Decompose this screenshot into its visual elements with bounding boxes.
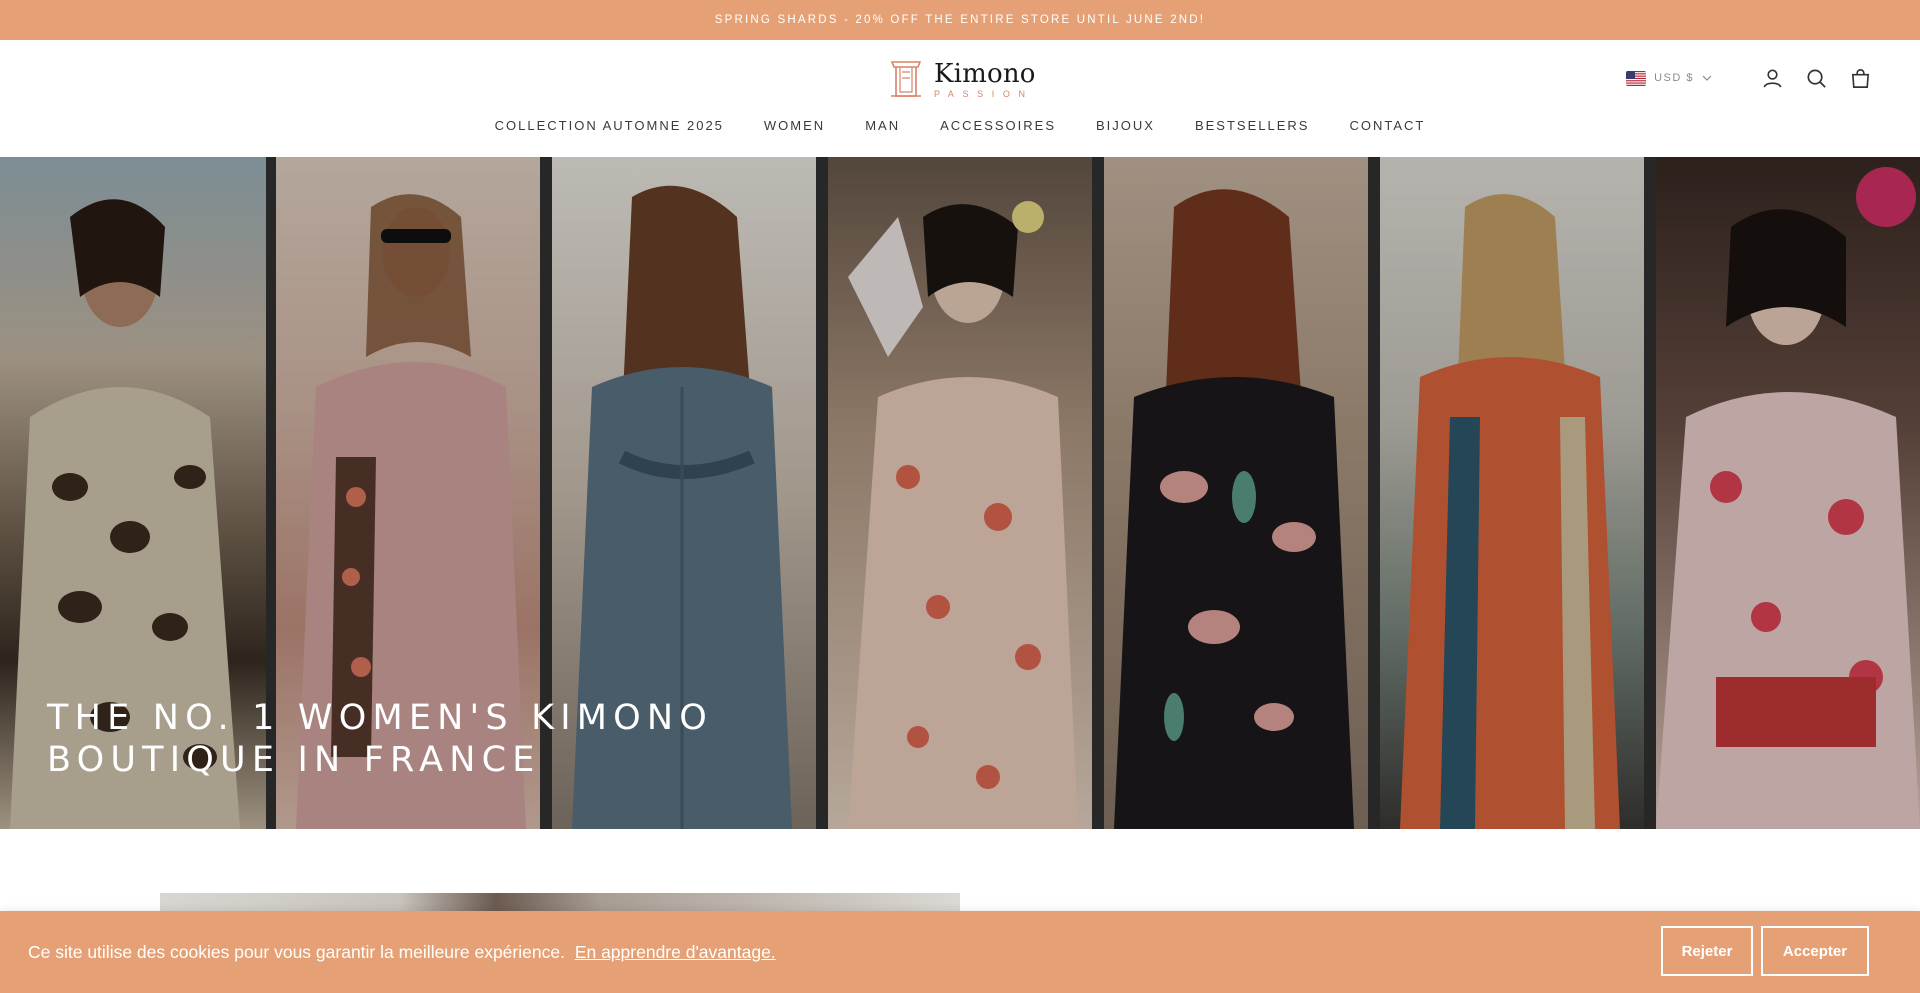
nav-item-accessoires[interactable]: ACCESSOIRES: [940, 118, 1056, 133]
hero-photo-floral-kimono-fox-mask: [828, 157, 1092, 829]
hero-photo-orange-kimono: [1380, 157, 1644, 829]
us-flag-icon: [1626, 70, 1647, 86]
site-logo[interactable]: Kimono PASSION: [888, 58, 1036, 100]
nav-item-contact[interactable]: CONTACT: [1349, 118, 1425, 133]
nav-item-bijoux[interactable]: BIJOUX: [1096, 118, 1155, 133]
nav-item-women[interactable]: WOMEN: [764, 118, 825, 133]
hero-photo-dark-floral-robe: [1104, 157, 1368, 829]
brand-name: Kimono: [934, 58, 1036, 89]
chevron-down-icon: [1702, 75, 1712, 81]
announcement-bar: SPRING SHARDS - 20% OFF THE ENTIRE STORE…: [0, 0, 1920, 40]
currency-label: USD $: [1654, 72, 1694, 84]
announcement-text: SPRING SHARDS - 20% OFF THE ENTIRE STORE…: [714, 14, 1206, 26]
search-icon: [1806, 68, 1826, 88]
cookie-message-row: Ce site utilise des cookies pour vous ga…: [28, 942, 776, 963]
hero-title-line1: THE NO. 1 WOMEN'S KIMONO: [47, 698, 714, 738]
main-nav: COLLECTION AUTOMNE 2025 WOMEN MAN ACCESS…: [0, 118, 1920, 133]
kimono-logo-icon: [890, 61, 922, 97]
cart-button[interactable]: [1848, 66, 1872, 90]
cart-icon: [1851, 68, 1869, 88]
account-icon: [1763, 69, 1781, 87]
cookie-accept-button[interactable]: Accepter: [1761, 926, 1869, 976]
hero-banner[interactable]: THE NO. 1 WOMEN'S KIMONO BOUTIQUE IN FRA…: [0, 157, 1920, 829]
cookie-banner: Ce site utilise des cookies pour vous ga…: [0, 911, 1920, 993]
search-button[interactable]: [1804, 66, 1828, 90]
brand-tagline: PASSION: [934, 88, 1034, 99]
hero-photo-red-floral-kimono: [1656, 157, 1920, 829]
cookie-reject-button[interactable]: Rejeter: [1661, 926, 1753, 976]
cookie-message: Ce site utilise des cookies pour vous ga…: [28, 942, 565, 962]
hero-title: THE NO. 1 WOMEN'S KIMONO BOUTIQUE IN FRA…: [47, 697, 713, 781]
hero-title-line2: BOUTIQUE IN FRANCE: [47, 740, 541, 780]
cookie-learn-more-link[interactable]: En apprendre d'avantage.: [575, 942, 776, 962]
nav-item-bestsellers[interactable]: BESTSELLERS: [1195, 118, 1310, 133]
nav-item-man[interactable]: MAN: [865, 118, 900, 133]
currency-selector[interactable]: USD $: [1626, 70, 1712, 86]
nav-item-collection-automne[interactable]: COLLECTION AUTOMNE 2025: [495, 118, 724, 133]
site-header: Kimono PASSION USD $ COLLECTION AUTOMNE …: [0, 40, 1920, 157]
account-button[interactable]: [1760, 66, 1784, 90]
